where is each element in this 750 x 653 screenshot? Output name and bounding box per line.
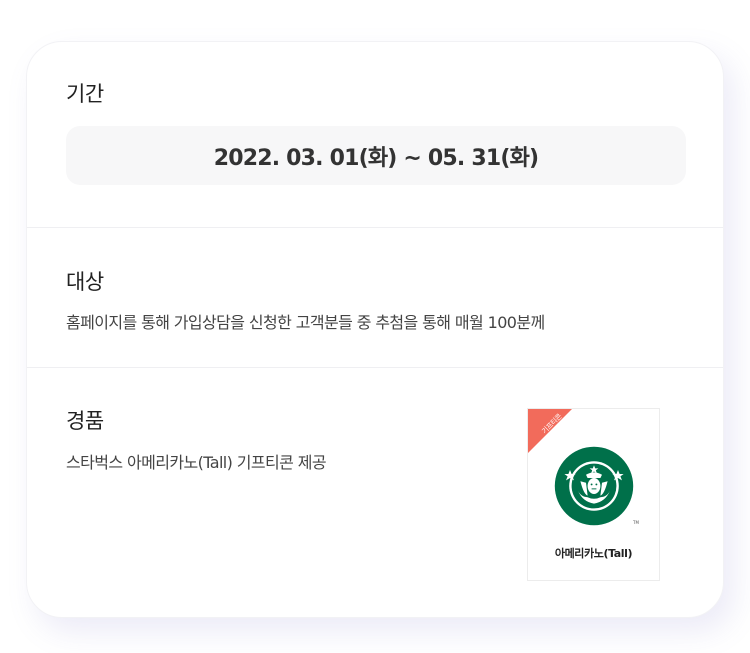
prize-description: 스타벅스 아메리카노(Tall) 기프티콘 제공 bbox=[66, 453, 327, 472]
target-section: 대상 홈페이지를 통해 가입상담을 신청한 고객분들 중 추첨을 통해 매월 1… bbox=[27, 227, 723, 367]
trademark-mark: TM bbox=[633, 520, 639, 525]
period-heading: 기간 bbox=[66, 82, 104, 106]
target-description: 홈페이지를 통해 가입상담을 신청한 고객분들 중 추첨을 통해 매월 100분… bbox=[66, 313, 545, 332]
gifticon-product-name: 아메리카노(Tall) bbox=[554, 547, 633, 560]
starbucks-logo-icon bbox=[554, 446, 634, 526]
prize-section: 경품 스타벅스 아메리카노(Tall) 기프티콘 제공 기프티콘 TM 아메리카… bbox=[27, 367, 723, 617]
gifticon-card: 기프티콘 TM 아메리카노(Tall) bbox=[527, 408, 660, 581]
period-value: 2022. 03. 01(화) ~ 05. 31(화) bbox=[213, 145, 539, 171]
period-section: 기간 2022. 03. 01(화) ~ 05. 31(화) bbox=[27, 42, 723, 227]
target-heading: 대상 bbox=[66, 270, 104, 294]
event-info-card: 기간 2022. 03. 01(화) ~ 05. 31(화) 대상 홈페이지를 … bbox=[26, 41, 724, 618]
prize-heading: 경품 bbox=[66, 409, 104, 433]
period-box: 2022. 03. 01(화) ~ 05. 31(화) bbox=[66, 126, 686, 185]
